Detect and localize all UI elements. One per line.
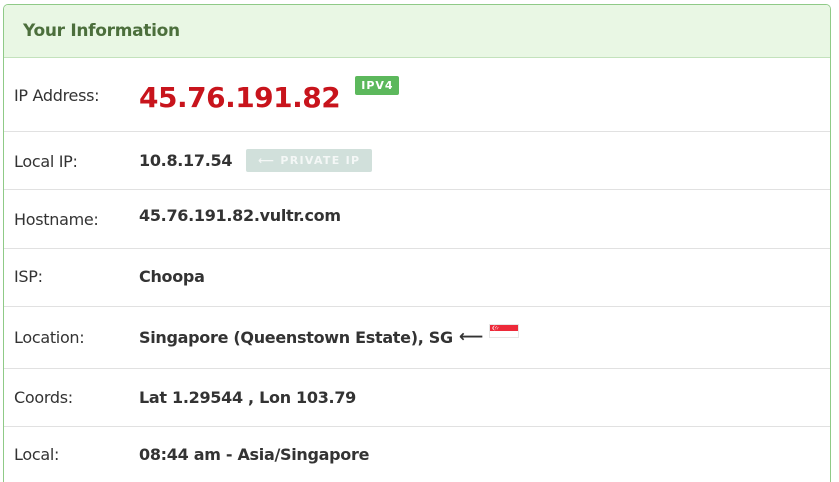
local-ip-value[interactable]: 10.8.17.54 xyxy=(139,151,232,170)
info-row-local-ip: Local IP: 10.8.17.54 ⟵ PRIVATE IP xyxy=(4,132,830,190)
info-row-location: Location: Singapore (Queenstown Estate),… xyxy=(4,307,830,369)
location-label: Location: xyxy=(14,328,85,347)
local-time-label: Local: xyxy=(14,445,60,464)
hostname-label: Hostname: xyxy=(14,210,99,229)
private-ip-badge: ⟵ PRIVATE IP xyxy=(246,149,373,172)
ip-address-value-group: 45.76.191.82 IPV4 xyxy=(139,76,399,114)
panel-title: Your Information xyxy=(23,21,180,41)
local-time-value[interactable]: 08:44 am - Asia/Singapore xyxy=(139,445,369,464)
ip-address-value[interactable]: 45.76.191.82 xyxy=(139,81,341,114)
coords-value[interactable]: Lat 1.29544 , Lon 103.79 xyxy=(139,388,356,407)
info-row-ip-address: IP Address: 45.76.191.82 IPV4 xyxy=(4,58,830,132)
your-information-panel: Your Information IP Address: 45.76.191.8… xyxy=(3,4,831,482)
location-value-group: Singapore (Queenstown Estate), SG ⟵ xyxy=(139,324,519,347)
local-ip-label: Local IP: xyxy=(14,152,78,171)
isp-label: ISP: xyxy=(14,267,43,286)
panel-header: Your Information xyxy=(4,5,830,58)
location-arrow: ⟵ xyxy=(458,327,483,347)
ipv4-badge: IPV4 xyxy=(355,76,399,95)
info-row-local-time: Local: 08:44 am - Asia/Singapore xyxy=(4,427,830,482)
singapore-flag-icon xyxy=(488,324,519,338)
coords-label: Coords: xyxy=(14,388,73,407)
hostname-value[interactable]: 45.76.191.82.vultr.com xyxy=(139,206,341,225)
info-row-coords: Coords: Lat 1.29544 , Lon 103.79 xyxy=(4,369,830,427)
info-row-hostname: Hostname: 45.76.191.82.vultr.com xyxy=(4,190,830,249)
location-value[interactable]: Singapore (Queenstown Estate), SG xyxy=(139,328,453,347)
ip-address-label: IP Address: xyxy=(14,86,100,105)
info-row-isp: ISP: Choopa xyxy=(4,249,830,307)
local-ip-value-group: 10.8.17.54 ⟵ PRIVATE IP xyxy=(139,149,373,172)
isp-value[interactable]: Choopa xyxy=(139,267,205,286)
